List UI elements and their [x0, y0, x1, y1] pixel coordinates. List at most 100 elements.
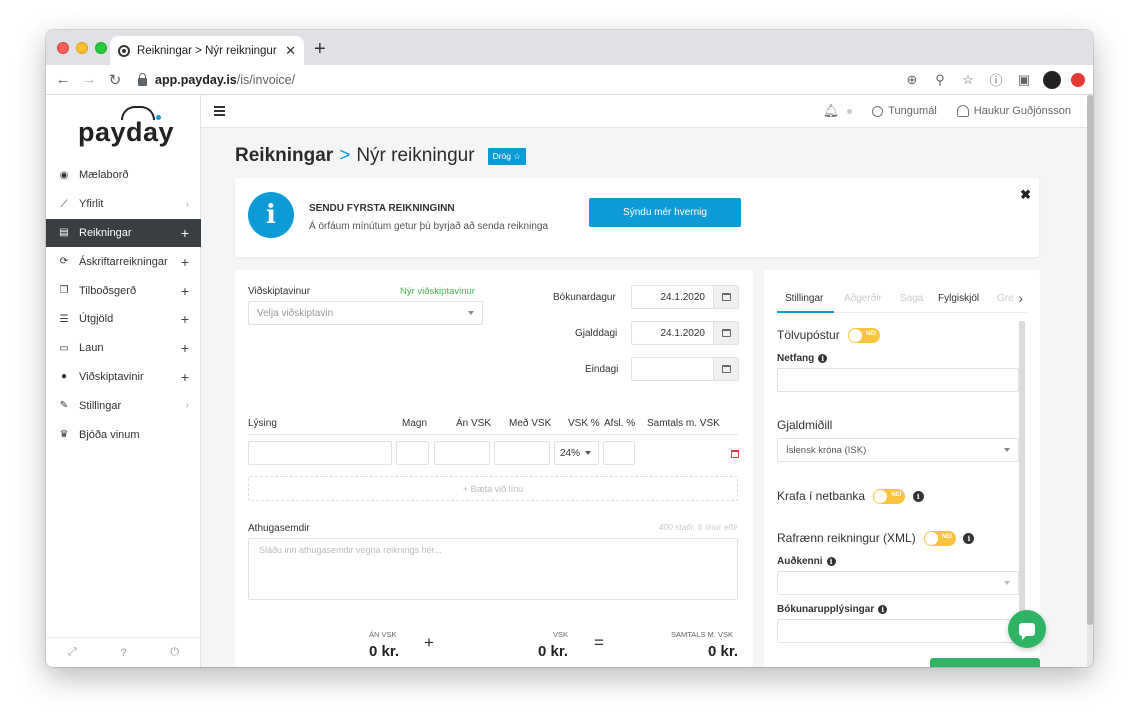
- net-total-value: 0 kr.: [369, 643, 400, 660]
- address-label-text: Netfang: [777, 353, 815, 364]
- chat-button[interactable]: [1008, 610, 1046, 648]
- add-expense-button[interactable]: +: [181, 311, 189, 327]
- user-menu-button[interactable]: Haukur Guðjónsson: [956, 105, 1071, 117]
- equals-sign: =: [594, 633, 604, 652]
- browser-tab[interactable]: Reikningar > Nýr reikningur - P ✕: [110, 36, 304, 65]
- add-subscription-button[interactable]: +: [181, 254, 189, 270]
- vat-select[interactable]: 24%: [554, 441, 599, 465]
- email-address-input[interactable]: [777, 368, 1019, 392]
- chevron-right-icon: ›: [185, 400, 189, 412]
- due-date-label: Gjalddagi: [575, 328, 618, 339]
- add-location-icon[interactable]: ⊕: [903, 72, 921, 88]
- tab-more[interactable]: Gre: [997, 293, 1014, 304]
- notifications-button[interactable]: 🔔︎: [823, 103, 853, 119]
- url-field[interactable]: app.payday.is/is/invoice/: [138, 68, 868, 92]
- chevron-right-icon[interactable]: ›: [1018, 290, 1023, 306]
- chevron-right-icon: ›: [185, 198, 189, 210]
- globe-icon: [872, 105, 884, 117]
- chevron-down-icon: [1004, 448, 1010, 452]
- new-customer-link[interactable]: Nýr viðskiptavinur: [400, 286, 475, 297]
- gross-price-input[interactable]: [494, 441, 550, 465]
- add-line-button[interactable]: + Bæta við línu: [248, 476, 738, 501]
- sidebar-item-expenses[interactable]: ☰ Útgjöld +: [46, 305, 201, 334]
- tab-history[interactable]: Saga: [900, 293, 923, 304]
- calendar-button[interactable]: [713, 322, 738, 344]
- bank-claim-label-text: Krafa í netbanka: [777, 489, 866, 503]
- breadcrumb-invoices[interactable]: Reikningar: [235, 145, 333, 167]
- booking-info-input[interactable]: [777, 619, 1019, 643]
- info-extension-icon[interactable]: ⓘ: [987, 70, 1005, 89]
- back-icon[interactable]: ←: [50, 71, 76, 88]
- zoom-icon[interactable]: ⚲: [931, 72, 949, 88]
- net-price-input[interactable]: [434, 441, 490, 465]
- sidebar-item-invite[interactable]: ♛ Bjóða vinum: [46, 420, 201, 449]
- trash-icon[interactable]: [731, 450, 739, 458]
- add-invoice-button[interactable]: +: [181, 225, 189, 241]
- add-quote-button[interactable]: +: [181, 283, 189, 299]
- discount-input[interactable]: [603, 441, 635, 465]
- sidebar-item-invoices[interactable]: ▤ Reikningar +: [46, 218, 201, 248]
- sidebar-item-quotes[interactable]: ❐ Tilboðsgerð +: [46, 276, 201, 305]
- language-button[interactable]: Tungumál: [872, 105, 937, 117]
- menu-toggle-icon[interactable]: [214, 106, 225, 118]
- profile-avatar[interactable]: [1043, 70, 1061, 89]
- save-button[interactable]: [930, 658, 1040, 667]
- sidebar-item-settings[interactable]: ✎ Stillingar ›: [46, 391, 201, 420]
- calendar-icon: [721, 365, 731, 373]
- new-tab-button[interactable]: +: [314, 38, 326, 61]
- reload-icon[interactable]: ↻: [102, 71, 128, 89]
- close-window-button[interactable]: [57, 42, 69, 54]
- tab-attachments[interactable]: Fylgiskjöl: [938, 293, 979, 304]
- maximize-window-button[interactable]: [95, 42, 107, 54]
- notes-textarea[interactable]: Sláðu inn athugasemdir vegna reiknings h…: [248, 538, 738, 600]
- red-extension-icon[interactable]: [1071, 72, 1085, 87]
- email-toggle[interactable]: NEI: [848, 328, 881, 344]
- dashboard-icon: ◉: [59, 169, 69, 181]
- close-tab-icon[interactable]: ✕: [285, 43, 296, 59]
- customer-select[interactable]: Velja viðskiptavin: [248, 301, 483, 325]
- power-icon[interactable]: ⏻: [170, 646, 179, 659]
- sidebar-item-salaries[interactable]: ▭ Laun +: [46, 334, 201, 363]
- tab-settings[interactable]: Stillingar: [785, 293, 823, 304]
- tab-actions[interactable]: Aðgerðir: [844, 293, 882, 304]
- page-scrollbar[interactable]: [1087, 95, 1093, 667]
- user-name: Haukur Guðjónsson: [973, 105, 1071, 117]
- due-date-field[interactable]: 24.1.2020: [631, 321, 739, 345]
- sidebar-item-subscriptions[interactable]: ⟳ Áskriftarreikningar +: [46, 247, 201, 276]
- extension-icon[interactable]: ▣: [1015, 72, 1033, 88]
- sidebar-item-label: Reikningar: [79, 226, 132, 239]
- currency-select[interactable]: Íslensk króna (ISK): [777, 438, 1019, 462]
- gross-total-label: SAMTALS M. VSK: [671, 630, 733, 639]
- forward-icon[interactable]: →: [76, 71, 102, 88]
- quantity-input[interactable]: [396, 441, 429, 465]
- close-icon[interactable]: ✖: [1020, 187, 1031, 203]
- calendar-button[interactable]: [713, 358, 738, 380]
- minimize-window-button[interactable]: [76, 42, 88, 54]
- sidebar-item-customers[interactable]: ● Viðskiptavinir +: [46, 363, 201, 392]
- sidebar-item-dashboard[interactable]: ◉ Mælaborð: [46, 161, 201, 190]
- invoice-form: Viðskiptavinur Nýr viðskiptavinur Velja …: [235, 270, 753, 667]
- sidebar-item-label: Yfirlit: [79, 198, 104, 211]
- final-date-field[interactable]: [631, 357, 739, 381]
- info-icon: i: [878, 604, 888, 614]
- payday-logo[interactable]: payday: [78, 117, 174, 148]
- line-items-header: Lýsing Magn Án VSK Með VSK VSK % Afsl. %…: [248, 415, 738, 435]
- sidebar-item-label: Viðskiptavinir: [79, 370, 144, 383]
- bookmark-star-icon[interactable]: ☆: [959, 72, 977, 88]
- show-me-how-button[interactable]: Sýndu mér hvernig: [589, 198, 741, 227]
- bank-claim-toggle[interactable]: NEI: [873, 489, 906, 505]
- help-icon[interactable]: ?: [120, 647, 126, 659]
- panel-scrollbar[interactable]: [1019, 321, 1025, 631]
- description-input[interactable]: [248, 441, 392, 465]
- sidebar-item-overview[interactable]: ⟋ Yfirlit ›: [46, 190, 201, 219]
- fullscreen-icon[interactable]: ⤢: [68, 646, 77, 659]
- refresh-icon: ⟳: [59, 256, 69, 268]
- booking-date-field[interactable]: 24.1.2020: [631, 285, 739, 309]
- add-salary-button[interactable]: +: [181, 340, 189, 356]
- xml-invoice-toggle[interactable]: NEI: [924, 531, 957, 547]
- identifier-select[interactable]: [777, 571, 1019, 595]
- receipt-icon: ☰: [59, 313, 69, 325]
- add-customer-button[interactable]: +: [181, 369, 189, 385]
- page-scrollbar-thumb[interactable]: [1087, 95, 1093, 625]
- calendar-button[interactable]: [713, 286, 738, 308]
